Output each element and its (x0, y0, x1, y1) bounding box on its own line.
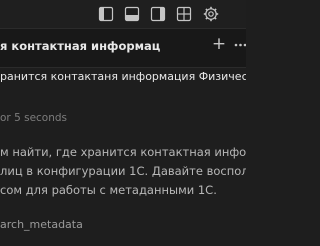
settings-gear-icon[interactable] (203, 6, 219, 22)
new-chat-button[interactable]: + (211, 34, 227, 54)
user-message: ранится контактаня информация Физических (0, 70, 246, 83)
tool-call-label[interactable]: arch_metadata (0, 218, 83, 231)
assistant-reply: м найти, где хранится контактная информ … (0, 143, 246, 200)
toggle-panel-icon[interactable] (124, 6, 140, 22)
toggle-primary-sidebar-icon[interactable] (98, 6, 114, 22)
reply-line: лиц в конфигурации 1С. Давайте воспол (0, 164, 246, 178)
chat-panel-header: я контактная информац + (0, 28, 246, 68)
chat-title: я контактная информац (0, 39, 161, 53)
title-bar (0, 0, 246, 28)
toggle-secondary-sidebar-icon[interactable] (150, 6, 166, 22)
more-actions-icon[interactable] (234, 41, 246, 49)
thought-status[interactable]: or 5 seconds (0, 112, 67, 124)
customize-layout-icon[interactable] (176, 6, 192, 22)
reply-line: м найти, где хранится контактная информ (0, 145, 246, 159)
reply-line: сом для работы с метаданными 1С. (0, 183, 217, 197)
